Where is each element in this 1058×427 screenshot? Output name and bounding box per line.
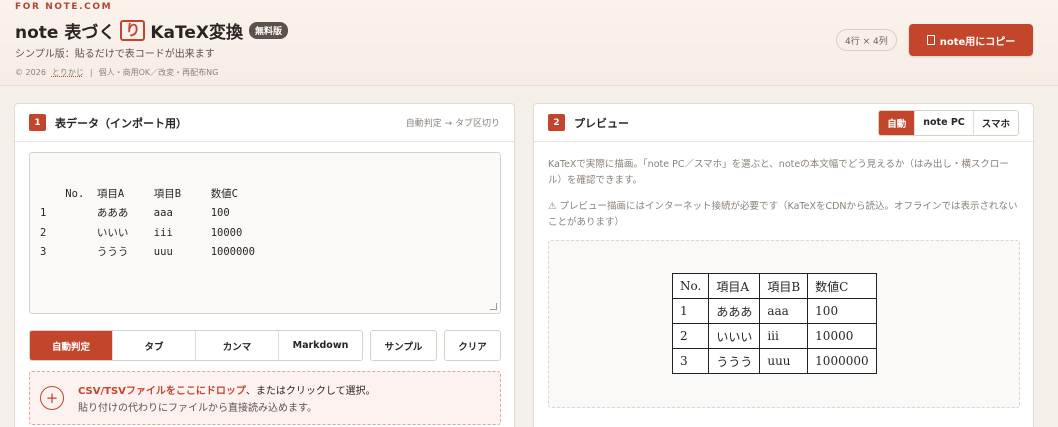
table-cell: 項目B (759, 273, 809, 299)
table-cell: 100 (807, 298, 877, 324)
table-cell: uuu (759, 348, 809, 374)
preview-table: No. 項目A 項目B 数値C 1 あああ aaa 100 2 いいい iii 10000 3 ううう uu… (671, 273, 877, 374)
clear-button[interactable]: クリア (444, 330, 501, 361)
title-part-2: KaTeX変換 (150, 23, 243, 43)
format-tab-button[interactable]: タブ (113, 331, 196, 360)
table-cell: あああ (708, 298, 761, 324)
copyright: © 2026 (15, 68, 46, 77)
table-cell: 数値C (807, 273, 877, 299)
format-comma-button[interactable]: カンマ (196, 331, 279, 360)
table-row: 1 あああ aaa 100 (671, 298, 877, 324)
preview-description: KaTeXで実際に描画。「note PC／スマホ」を選ぶと、noteの本文幅でど… (548, 159, 1009, 186)
input-panel-title: 表データ（インポート用） (55, 116, 187, 130)
table-row: No. 項目A 項目B 数値C (671, 273, 877, 299)
step-number: 1 (29, 114, 46, 131)
preview-panel-title: プレビュー (574, 116, 629, 130)
size-counter: 4行 × 4列 (836, 29, 897, 51)
table-cell: いいい (708, 323, 761, 349)
copy-button-label: note用にコピー (939, 36, 1016, 48)
free-badge: 無料版 (249, 22, 289, 39)
preview-panel-header: 2 プレビュー 自動 note PC スマホ (534, 104, 1033, 142)
plus-icon: + (40, 386, 64, 410)
preview-mode-selector: 自動 note PC スマホ (878, 109, 1019, 136)
file-dropzone[interactable]: + CSV/TSVファイルをここにドロップ、またはクリックして選択。 貼り付けの… (29, 371, 501, 425)
dropzone-line-2: 貼り付けの代わりにファイルから直接読み込めます。 (78, 403, 317, 414)
table-cell: 1 (671, 298, 710, 324)
step-number: 2 (548, 114, 565, 131)
network-warning: ⚠ プレビュー描画にはインターネット接続が必要です（KaTeXをCDNから読込。… (548, 201, 1018, 228)
table-cell: 2 (671, 323, 710, 349)
table-cell: ううう (708, 348, 761, 374)
kicker: FOR NOTE.COM (15, 2, 113, 12)
table-cell: 1000000 (807, 348, 877, 374)
mode-auto-button[interactable]: 自動 (879, 110, 916, 135)
author-link[interactable]: とりかじ (52, 67, 84, 78)
meta-line: © 2026 とりかじ | 個人・商用OK／改変・再配布NG (15, 67, 218, 78)
table-row: 3 ううう uuu 1000000 (671, 348, 877, 374)
clipboard-icon (926, 35, 935, 45)
table-data-textarea[interactable]: No. 項目A 項目B 数値C 1 あああ aaa 100 2 いいい iii … (29, 152, 501, 314)
sample-button[interactable]: サンプル (370, 330, 437, 361)
title-part-1: note 表づく (15, 23, 116, 43)
table-cell: 10000 (807, 323, 877, 349)
dropzone-line-1: CSV/TSVファイルをここにドロップ、またはクリックして選択。 (78, 386, 376, 397)
mode-note-pc-button[interactable]: note PC (915, 110, 974, 135)
preview-area: No. 項目A 項目B 数値C 1 あああ aaa 100 2 いいい iii 10000 3 ううう uu… (548, 240, 1020, 408)
subtitle: シンプル版：貼るだけで表コードが出来ます (15, 49, 215, 60)
table-cell: No. (671, 273, 710, 299)
table-cell: aaa (759, 298, 809, 324)
format-markdown-button[interactable]: Markdown (279, 331, 362, 360)
format-selector: 自動判定 タブ カンマ Markdown (29, 330, 363, 361)
table-cell: iii (759, 323, 809, 349)
input-panel-header: 1 表データ（インポート用） 自動判定 → タブ区切り (15, 104, 514, 142)
title-boxed-char: り (120, 20, 146, 41)
input-panel: 1 表データ（インポート用） 自動判定 → タブ区切り No. 項目A 項目B … (14, 103, 515, 427)
textarea-content: No. 項目A 項目B 数値C 1 あああ aaa 100 2 いいい iii … (40, 187, 255, 259)
table-cell: 項目A (708, 273, 761, 299)
license-text: 個人・商用OK／改変・再配布NG (98, 68, 219, 77)
preview-panel: 2 プレビュー 自動 note PC スマホ KaTeXで実際に描画。「note… (533, 103, 1034, 427)
app-header: FOR NOTE.COM note 表づく り KaTeX変換 無料版 シンプル… (0, 0, 1058, 86)
mode-smartphone-button[interactable]: スマホ (973, 110, 1018, 135)
table-cell: 3 (671, 348, 710, 374)
detect-hint: 自動判定 → タブ区切り (405, 119, 500, 129)
table-row: 2 いいい iii 10000 (671, 323, 877, 349)
meta-separator: | (89, 68, 93, 77)
copy-button[interactable]: note用にコピー (909, 24, 1033, 56)
format-auto-button[interactable]: 自動判定 (30, 331, 113, 360)
app-title: note 表づく り KaTeX変換 無料版 (15, 18, 289, 43)
resize-handle-icon[interactable] (490, 303, 497, 310)
